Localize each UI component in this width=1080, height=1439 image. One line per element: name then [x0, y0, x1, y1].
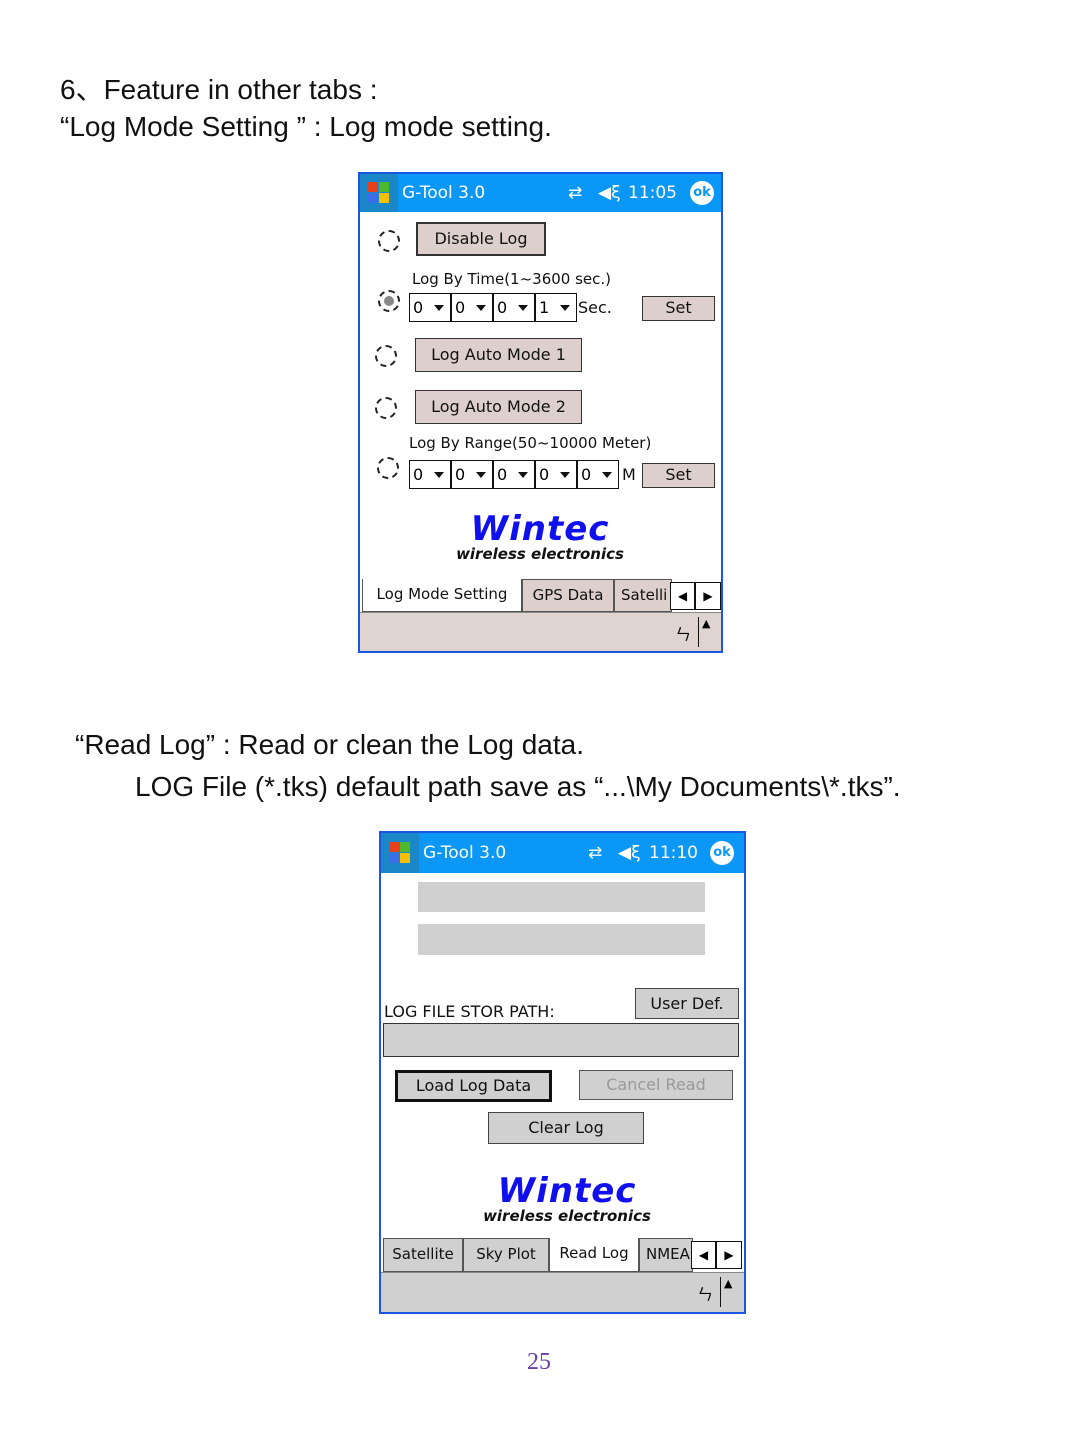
title-bar: G-Tool 3.0 ⇄ ◀ξ 11:05 ok [360, 174, 721, 212]
log-mode-caption: “Log Mode Setting ” : Log mode setting. [60, 111, 552, 142]
cancel-read-button[interactable]: Cancel Read [579, 1070, 733, 1100]
set-time-button[interactable]: Set [642, 296, 715, 321]
ok-button[interactable]: ok [690, 181, 714, 205]
radio-log-by-range[interactable] [377, 457, 399, 479]
speaker-muted-icon[interactable]: ◀ξ [618, 843, 641, 863]
log-file-path-label: LOG FILE STOR PATH: [384, 1002, 555, 1021]
log-auto-mode-1-button[interactable]: Log Auto Mode 1 [415, 338, 582, 372]
log-auto-mode-2-button[interactable]: Log Auto Mode 2 [415, 390, 582, 424]
windows-start-icon[interactable] [360, 174, 398, 212]
set-range-button[interactable]: Set [642, 463, 715, 488]
time-unit-label: Sec. [578, 298, 612, 317]
ok-button[interactable]: ok [710, 841, 734, 865]
radio-disable-log[interactable] [378, 230, 400, 252]
keyboard-toggle-icon[interactable]: ▲ [698, 617, 710, 647]
tab-scroll-right-icon[interactable]: ▶ [716, 1241, 742, 1269]
log-by-range-label: Log By Range(50~10000 Meter) [409, 434, 652, 452]
log-file-path-field[interactable] [383, 1023, 739, 1057]
tab-scroll-right-icon[interactable]: ▶ [695, 582, 721, 610]
logo-sub: wireless electronics [456, 545, 624, 563]
radio-log-by-time[interactable] [378, 290, 400, 312]
windows-start-icon[interactable] [381, 833, 419, 873]
document-page: 6、Feature in other tabs : “Log Mode Sett… [0, 0, 1080, 1439]
tab-log-mode-setting[interactable]: Log Mode Setting [362, 579, 522, 612]
tab-sky-plot[interactable]: Sky Plot [463, 1238, 549, 1272]
keyboard-toggle-icon[interactable]: ▲ [720, 1277, 732, 1307]
bottom-menu-bar: ㄣ ▲ [360, 612, 721, 651]
tab-satellite[interactable]: Satelli [614, 579, 672, 612]
read-log-screenshot: G-Tool 3.0 ⇄ ◀ξ 11:10 ok LOG FILE STOR P… [379, 831, 746, 1314]
bottom-menu-bar: ㄣ ▲ [381, 1272, 744, 1312]
logo-sub: wireless electronics [483, 1207, 651, 1225]
connectivity-icon[interactable]: ⇄ [568, 183, 582, 203]
range-digit-5-select[interactable]: 0 [577, 460, 619, 489]
radio-auto-mode-1[interactable] [375, 345, 397, 367]
tab-scroll-left-icon[interactable]: ◀ [691, 1241, 716, 1269]
speaker-muted-icon[interactable]: ◀ξ [598, 183, 621, 203]
clock[interactable]: 11:10 [649, 843, 698, 863]
time-digit-4-select[interactable]: 1 [535, 293, 577, 322]
log-by-time-label: Log By Time(1~3600 sec.) [412, 270, 612, 288]
section-heading: 6、Feature in other tabs : [60, 74, 378, 105]
progress-bar-1 [418, 882, 705, 912]
tab-nmea[interactable]: NMEA [639, 1238, 693, 1272]
tab-satellite[interactable]: Satellite [383, 1238, 463, 1272]
time-digit-2-select[interactable]: 0 [451, 293, 493, 322]
read-log-path-note: LOG File (*.tks) default path save as “.… [135, 771, 901, 802]
logo-main: Wintec [470, 509, 610, 549]
disable-log-button[interactable]: Disable Log [416, 222, 546, 256]
time-digit-3-select[interactable]: 0 [493, 293, 535, 322]
wintec-logo: Wintec wireless electronics [447, 1174, 687, 1224]
range-digit-1-select[interactable]: 0 [409, 460, 451, 489]
range-digit-2-select[interactable]: 0 [451, 460, 493, 489]
logo-main: Wintec [497, 1171, 637, 1211]
tab-scroll-left-icon[interactable]: ◀ [670, 582, 695, 610]
range-digit-4-select[interactable]: 0 [535, 460, 577, 489]
app-title: G-Tool 3.0 [423, 843, 507, 863]
range-digit-3-select[interactable]: 0 [493, 460, 535, 489]
range-unit-label: M [622, 465, 636, 484]
time-digit-1-select[interactable]: 0 [409, 293, 451, 322]
clock[interactable]: 11:05 [628, 183, 677, 203]
progress-bar-2 [418, 924, 705, 955]
connectivity-icon[interactable]: ⇄ [588, 843, 602, 863]
app-title: G-Tool 3.0 [402, 183, 486, 203]
input-method-icon[interactable]: ㄣ [675, 621, 691, 645]
log-mode-screenshot: G-Tool 3.0 ⇄ ◀ξ 11:05 ok Disable Log Log… [358, 172, 723, 653]
tab-gps-data[interactable]: GPS Data [522, 579, 614, 612]
page-number: 25 [527, 1349, 551, 1375]
user-def-button[interactable]: User Def. [635, 988, 739, 1019]
load-log-data-button[interactable]: Load Log Data [395, 1070, 552, 1102]
radio-auto-mode-2[interactable] [375, 397, 397, 419]
title-bar: G-Tool 3.0 ⇄ ◀ξ 11:10 ok [381, 833, 744, 873]
tab-read-log[interactable]: Read Log [549, 1238, 639, 1272]
read-log-caption: “Read Log” : Read or clean the Log data. [75, 729, 585, 760]
input-method-icon[interactable]: ㄣ [697, 1281, 713, 1305]
wintec-logo: Wintec wireless electronics [420, 512, 660, 562]
clear-log-button[interactable]: Clear Log [488, 1112, 644, 1144]
